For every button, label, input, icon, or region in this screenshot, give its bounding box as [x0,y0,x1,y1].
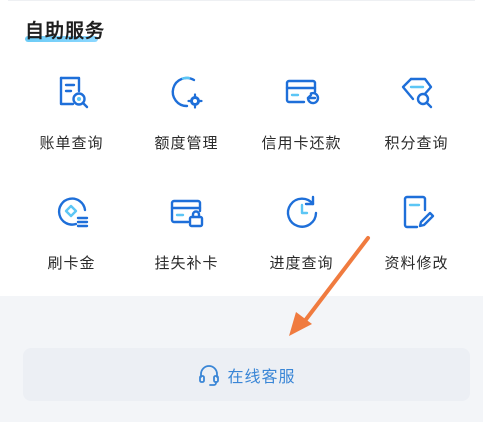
card-repay-icon [282,72,322,112]
section-title: 自助服务 [25,20,106,42]
progress-refresh-icon [282,192,322,232]
headset-icon [197,363,221,387]
divider [8,0,475,1]
points-tag-search-icon [397,72,437,112]
service-label: 积分查询 [384,134,449,152]
quota-gear-icon [167,72,207,112]
service-card-gold[interactable]: 刷卡金 [14,192,129,312]
service-label: 刷卡金 [47,254,96,272]
online-customer-service-label: 在线客服 [227,366,296,386]
service-grid: 账单查询 额度管理 信用卡还款 积分查询 刷卡金 挂失补卡 进度查询 资料修改 [14,72,474,312]
service-label: 账单查询 [39,134,104,152]
service-report-loss[interactable]: 挂失补卡 [129,192,244,312]
service-card-repayment[interactable]: 信用卡还款 [244,72,359,192]
arrow-head [289,312,312,336]
service-bill-query[interactable]: 账单查询 [14,72,129,192]
service-quota-management[interactable]: 额度管理 [129,72,244,192]
service-label: 信用卡还款 [261,134,342,152]
service-label: 挂失补卡 [154,254,219,272]
card-lock-icon [167,192,207,232]
service-label: 额度管理 [154,134,219,152]
service-label: 进度查询 [269,254,334,272]
service-info-edit[interactable]: 资料修改 [359,192,474,312]
online-customer-service-button[interactable]: 在线客服 [23,348,470,401]
self-service-card: 自助服务 账单查询 额度管理 信用卡还款 积分查询 刷卡金 挂失补卡 进度查询 … [0,0,483,296]
bill-search-icon [52,72,92,112]
service-points-query[interactable]: 积分查询 [359,72,474,192]
doc-edit-icon [397,192,437,232]
card-gold-icon [52,192,92,232]
service-progress-query[interactable]: 进度查询 [244,192,359,312]
service-label: 资料修改 [384,254,449,272]
